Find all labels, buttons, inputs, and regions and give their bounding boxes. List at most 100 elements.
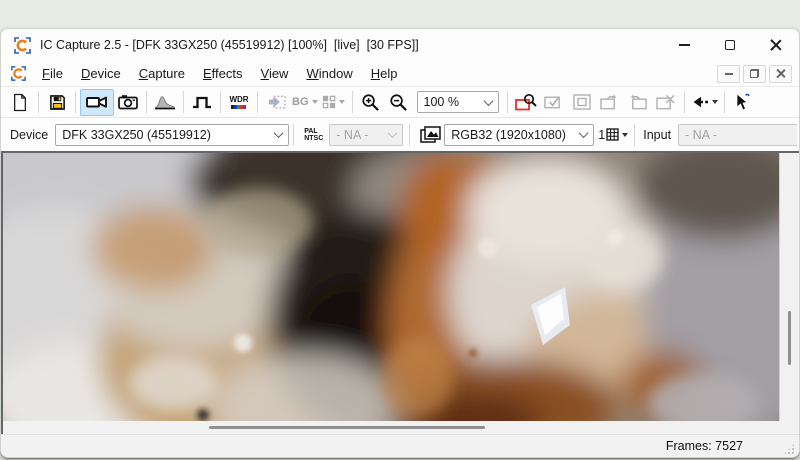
- device-value: DFK 33GX250 (45519912): [62, 128, 211, 142]
- roi-redo-button[interactable]: [596, 89, 624, 116]
- separator: [352, 91, 353, 113]
- roi-confirm-button[interactable]: [540, 89, 568, 116]
- pan-arrow-icon: [691, 96, 709, 108]
- overlay-arrow-icon: [267, 94, 286, 110]
- save-image-button[interactable]: [43, 89, 71, 116]
- chevron-down-icon: [388, 128, 398, 138]
- statusbar: Frames: 7527: [1, 434, 799, 458]
- wdr-toggle-button[interactable]: WDR: [225, 89, 253, 116]
- menubar: File Device Capture Effects View Window …: [1, 61, 799, 87]
- live-image-view[interactable]: [3, 153, 779, 421]
- mdi-minimize-button[interactable]: [717, 65, 740, 83]
- resize-grip[interactable]: [783, 443, 795, 455]
- ntsc-label: NTSC: [304, 135, 323, 142]
- input-label: Input: [643, 128, 671, 142]
- video-camera-icon: [86, 95, 108, 109]
- video-norm-combobox: - NA -: [329, 124, 403, 146]
- close-button[interactable]: [753, 29, 799, 61]
- video-norm-button[interactable]: PAL NTSC: [298, 121, 329, 148]
- device-combobox[interactable]: DFK 33GX250 (45519912): [55, 124, 289, 146]
- device-toolbar: Device DFK 33GX250 (45519912) PAL NTSC -…: [1, 118, 799, 151]
- histogram-icon: [155, 94, 175, 110]
- client-area: [1, 151, 799, 434]
- device-label: Device: [10, 128, 48, 142]
- menu-capture[interactable]: Capture: [130, 63, 194, 84]
- quartz-specimen-image: [3, 153, 779, 421]
- main-toolbar: WDR BG 100 %: [1, 87, 799, 118]
- frames-counter: Frames: 7527: [666, 439, 743, 453]
- zoom-in-icon: [361, 93, 380, 112]
- titlebar: IC Capture 2.5 - [DFK 33GX250 (45519912)…: [1, 29, 799, 61]
- close-icon: [770, 39, 782, 51]
- separator: [75, 91, 76, 113]
- menu-view[interactable]: View: [252, 63, 298, 84]
- separator: [38, 91, 39, 113]
- mdi-minimize-icon: [725, 73, 733, 75]
- mdi-close-button[interactable]: [769, 65, 792, 83]
- roi-undo-button[interactable]: [624, 89, 652, 116]
- separator: [634, 124, 635, 146]
- horizontal-scrollbar-thumb[interactable]: [209, 426, 485, 429]
- mdi-restore-button[interactable]: [743, 65, 766, 83]
- maximize-button[interactable]: [707, 29, 753, 61]
- pal-label: PAL: [304, 128, 323, 135]
- vertical-scrollbar-thumb[interactable]: [788, 311, 791, 365]
- zoom-level-combobox[interactable]: 100 %: [417, 91, 499, 113]
- pan-mode-dropdown-button[interactable]: [689, 89, 720, 116]
- chevron-down-icon: [312, 100, 318, 104]
- histogram-button[interactable]: [151, 89, 179, 116]
- grid-layout-icon: [322, 95, 336, 109]
- separator: [507, 91, 508, 113]
- chevron-down-icon: [483, 96, 493, 106]
- video-format-button[interactable]: [416, 121, 444, 148]
- bg-label: BG: [292, 96, 309, 108]
- roi-check-icon: [544, 94, 563, 110]
- chevron-down-icon: [622, 133, 628, 137]
- ic-capture-window: IC Capture 2.5 - [DFK 33GX250 (45519912)…: [0, 28, 800, 458]
- roi-undo-arrow-icon: [628, 94, 647, 110]
- roi-zoom-button[interactable]: [512, 89, 540, 116]
- horizontal-scrollbar[interactable]: [3, 421, 799, 434]
- vertical-scrollbar[interactable]: [779, 153, 799, 421]
- zoom-out-button[interactable]: [385, 89, 413, 116]
- mdi-document-icon: [11, 66, 26, 81]
- menu-device[interactable]: Device: [72, 63, 130, 84]
- roi-center-button[interactable]: [568, 89, 596, 116]
- binning-dropdown-button[interactable]: 1: [596, 121, 630, 148]
- device-properties-button[interactable]: [188, 89, 216, 116]
- chevron-down-icon: [712, 100, 718, 104]
- roi-redo-arrow-icon: [600, 94, 619, 110]
- roi-delete-icon: [656, 94, 675, 110]
- background-overlay-button[interactable]: [262, 89, 290, 116]
- menu-effects[interactable]: Effects: [194, 63, 252, 84]
- video-format-icon: [420, 126, 441, 143]
- menu-help[interactable]: Help: [362, 63, 407, 84]
- help-pointer-icon: [735, 93, 750, 111]
- chevron-down-icon: [579, 128, 589, 138]
- menu-window[interactable]: Window: [297, 63, 361, 84]
- zoom-in-button[interactable]: [357, 89, 385, 116]
- separator: [409, 124, 410, 146]
- pulse-icon: [192, 95, 212, 109]
- binning-grid-icon: [606, 128, 619, 141]
- video-format-combobox[interactable]: RGB32 (1920x1080): [444, 124, 594, 146]
- new-page-icon: [12, 93, 28, 112]
- new-document-button[interactable]: [6, 89, 34, 116]
- context-help-button[interactable]: [729, 89, 757, 116]
- bg-dropdown-button[interactable]: BG: [290, 89, 320, 116]
- roi-delete-button[interactable]: [652, 89, 680, 116]
- separator: [257, 91, 258, 113]
- menu-file[interactable]: File: [33, 63, 72, 84]
- live-display-toggle-button[interactable]: [80, 89, 114, 116]
- mdi-close-icon: [776, 69, 785, 78]
- chevron-down-icon: [339, 100, 345, 104]
- video-format-value: RGB32 (1920x1080): [451, 128, 566, 142]
- separator: [183, 91, 184, 113]
- binning-value: 1: [598, 128, 605, 142]
- layout-grid-dropdown-button[interactable]: [320, 89, 348, 116]
- minimize-button[interactable]: [661, 29, 707, 61]
- wdr-label: WDR: [229, 96, 248, 104]
- minimize-icon: [679, 44, 690, 46]
- snap-image-button[interactable]: [114, 89, 142, 116]
- separator: [724, 91, 725, 113]
